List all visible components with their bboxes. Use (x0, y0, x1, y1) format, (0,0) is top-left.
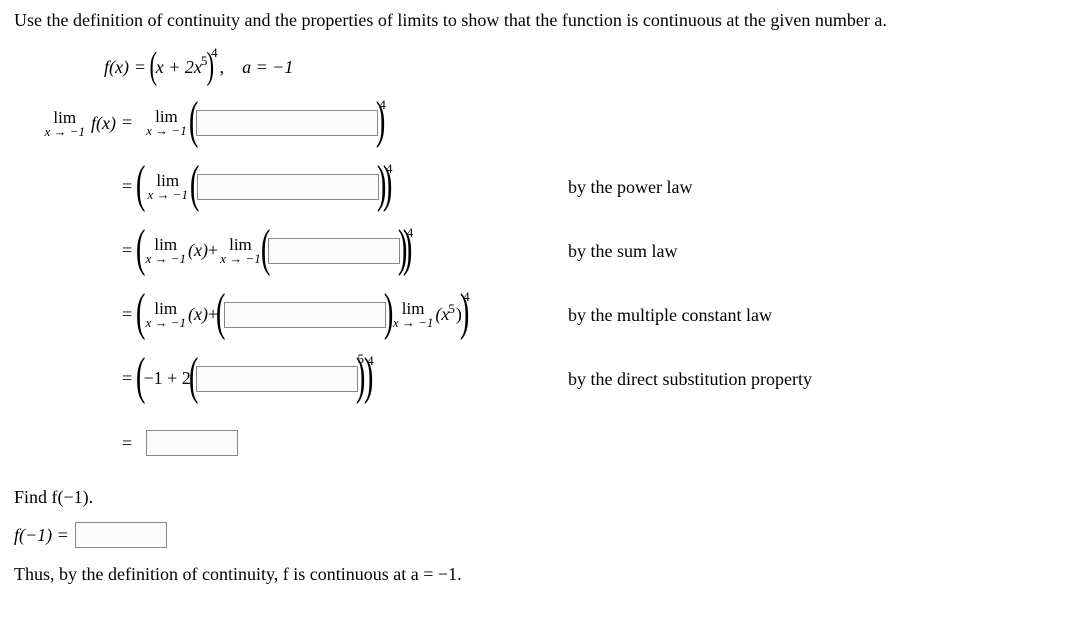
law-label-direct: by the direct substitution property (568, 369, 1072, 390)
equals-sign: = (122, 304, 132, 325)
equals-sign: = (122, 433, 132, 454)
right-paren: ) (383, 295, 393, 331)
answer-input-3[interactable] (268, 238, 400, 264)
left-paren: ( (136, 359, 146, 395)
law-label-sum: by the sum law (568, 241, 1072, 262)
lim-approach: x → −1 (220, 252, 261, 265)
instruction-text: Use the definition of continuity and the… (14, 10, 1072, 31)
limit-notation: lim x → −1 (145, 300, 186, 329)
step-5-row: = ( −1 + 2 ( ) 5 ) 4 by the direct subst… (14, 353, 1072, 405)
step-3-row: = ( lim x → −1 (x) + lim x → −1 ( ) ) 4 … (14, 225, 1072, 277)
limit-notation: lim x → −1 (147, 172, 188, 201)
step-6-row: = (14, 417, 1072, 469)
answer-input-4[interactable] (224, 302, 386, 328)
limit-notation: lim x → −1 (220, 236, 261, 265)
lim-approach: x → −1 (44, 125, 85, 138)
exponent-4: 4 (386, 161, 393, 177)
left-paren: ( (189, 359, 199, 395)
answer-input-5[interactable] (196, 366, 358, 392)
lim-approach: x → −1 (146, 124, 187, 137)
x-term: (x) (188, 240, 208, 261)
fx-label: f(x) (91, 113, 116, 134)
given-function: f(x) = ( x + 2x5 ) 4 , a = −1 (104, 45, 1072, 89)
exponent-4: 4 (367, 353, 374, 369)
limit-notation: lim x → −1 (145, 236, 186, 265)
limit-notation: lim x → −1 (146, 108, 187, 137)
equals-sign: = (135, 57, 145, 78)
limit-notation: lim x → −1 (393, 300, 434, 329)
left-paren: ( (150, 55, 158, 78)
exponent-4: 4 (379, 97, 386, 113)
f-eval-row: f(−1) = (14, 522, 1072, 548)
lim-label: lim (53, 109, 76, 126)
limit-notation: lim x → −1 (44, 109, 85, 138)
law-label-mult: by the multiple constant law (568, 305, 1072, 326)
x-term: (x) (188, 304, 208, 325)
answer-input-6[interactable] (146, 430, 238, 456)
lim-approach: x → −1 (145, 316, 186, 329)
answer-input-1[interactable] (196, 110, 378, 136)
left-paren: ( (190, 167, 200, 203)
law-label-power: by the power law (568, 177, 1072, 198)
exponent-4: 4 (463, 289, 470, 305)
substitution-body: −1 + 2 (143, 368, 190, 389)
fx-label: f(x) (104, 57, 129, 78)
step-1-row: lim x → −1 f(x) = lim x → −1 ( ) 4 (14, 97, 1072, 149)
conclusion-text: Thus, by the definition of continuity, f… (14, 564, 1072, 585)
exponent-5: 5 (448, 301, 455, 317)
left-paren: ( (136, 231, 146, 267)
equals-sign: = (122, 176, 132, 197)
plus-sign: + (208, 240, 218, 261)
f-eval-label: f(−1) = (14, 525, 69, 546)
answer-input-2[interactable] (197, 174, 379, 200)
equals-sign: = (122, 368, 132, 389)
equals-sign: = (122, 112, 132, 133)
left-paren: ( (136, 295, 146, 331)
answer-input-7[interactable] (75, 522, 167, 548)
lim-approach: x → −1 (147, 188, 188, 201)
left-paren: ( (189, 103, 199, 139)
find-instruction: Find f(−1). (14, 487, 1072, 508)
a-value: a = −1 (242, 57, 293, 78)
formula-body: x + 2x (156, 57, 202, 78)
exponent-4: 4 (407, 225, 414, 241)
lim-approach: x → −1 (393, 316, 434, 329)
left-paren: ( (261, 231, 271, 267)
step-4-row: = ( lim x → −1 (x) + ( ) lim x → −1 (x5)… (14, 289, 1072, 341)
exponent-4: 4 (211, 45, 218, 61)
left-paren: ( (216, 295, 226, 331)
lim-approach: x → −1 (145, 252, 186, 265)
step-2-row: = ( lim x → −1 ( ) ) 4 by the power law (14, 161, 1072, 213)
left-paren: ( (136, 167, 146, 203)
comma: , (220, 57, 225, 78)
x5-term: (x (435, 304, 449, 325)
equals-sign: = (122, 240, 132, 261)
